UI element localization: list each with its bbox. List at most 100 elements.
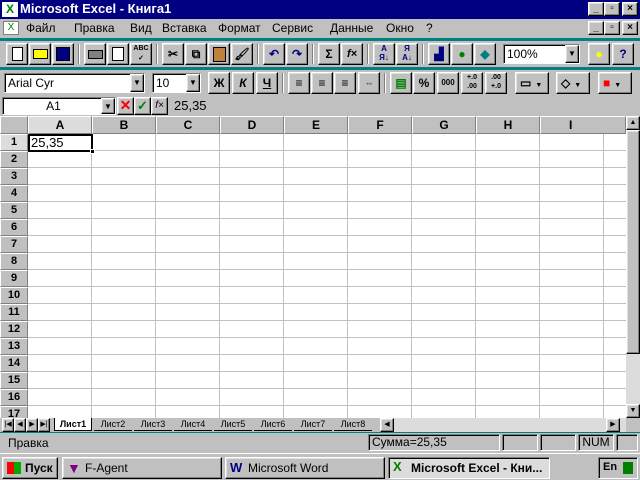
cancel-icon[interactable]: ✕ xyxy=(117,97,134,115)
tab-sheet2[interactable]: Лист2 xyxy=(94,418,132,431)
print-preview-icon[interactable] xyxy=(107,43,129,65)
row-header-6[interactable]: 6 xyxy=(0,219,28,236)
new-icon[interactable] xyxy=(6,43,28,65)
format-painter-icon[interactable]: 🖌 xyxy=(231,43,253,65)
row-header-14[interactable]: 14 xyxy=(0,355,28,372)
percent-button[interactable]: % xyxy=(413,72,435,94)
font-size-select[interactable]: 10 ▼ xyxy=(152,73,201,93)
chevron-down-icon[interactable]: ▼ xyxy=(186,74,200,92)
tip-wizard-icon[interactable]: ● xyxy=(588,43,610,65)
chevron-down-icon[interactable]: ▼ xyxy=(565,45,579,63)
column-header-b[interactable]: B xyxy=(92,116,156,134)
row-header-7[interactable]: 7 xyxy=(0,236,28,253)
sort-ascending-icon[interactable]: A Я↓ xyxy=(373,43,395,65)
redo-icon[interactable]: ↷ xyxy=(286,43,308,65)
spelling-icon[interactable]: ABC ✓ xyxy=(130,43,152,65)
row-header-4[interactable]: 4 xyxy=(0,185,28,202)
worksheet-grid[interactable]: A B C D E F G H I 1 2 3 4 5 6 7 8 9 10 1… xyxy=(0,116,640,418)
zoom-select[interactable]: 100% ▼ xyxy=(503,44,580,64)
task-f-agent[interactable]: ▼ F-Agent xyxy=(62,457,222,479)
sort-descending-icon[interactable]: Я A↓ xyxy=(396,43,418,65)
align-right-icon[interactable]: ≡ xyxy=(334,72,356,94)
font-select[interactable]: Arial Cyr ▼ xyxy=(4,73,145,93)
formula-input[interactable]: 25,35 xyxy=(172,97,638,115)
column-header-h[interactable]: H xyxy=(476,116,540,134)
menu-help[interactable]: ? xyxy=(426,21,433,35)
minimize-button[interactable]: _ xyxy=(588,2,604,16)
align-center-icon[interactable]: ≡ xyxy=(311,72,333,94)
column-header-a[interactable]: A xyxy=(28,116,92,134)
menu-view[interactable]: Вид xyxy=(130,21,152,35)
vertical-scrollbar[interactable]: ▲ ▼ xyxy=(626,116,640,418)
row-header-2[interactable]: 2 xyxy=(0,151,28,168)
undo-icon[interactable]: ↶ xyxy=(263,43,285,65)
menu-insert[interactable]: Вставка xyxy=(162,21,207,35)
row-header-12[interactable]: 12 xyxy=(0,321,28,338)
row-header-16[interactable]: 16 xyxy=(0,389,28,406)
scroll-right-icon[interactable]: ▶ xyxy=(606,418,620,432)
task-excel[interactable]: X Microsoft Excel - Кни... xyxy=(388,457,550,479)
menu-data[interactable]: Данные xyxy=(330,21,373,35)
select-all-corner[interactable] xyxy=(0,116,28,134)
first-sheet-icon[interactable]: |◀ xyxy=(2,418,14,432)
align-left-icon[interactable]: ≡ xyxy=(288,72,310,94)
help-icon[interactable]: ? xyxy=(612,43,634,65)
chevron-down-icon[interactable]: ▼ xyxy=(130,74,144,92)
row-header-5[interactable]: 5 xyxy=(0,202,28,219)
autosum-icon[interactable]: Σ xyxy=(318,43,340,65)
prev-sheet-icon[interactable]: ◀ xyxy=(14,418,26,432)
column-header-d[interactable]: D xyxy=(220,116,284,134)
merge-center-icon[interactable]: ⇔ xyxy=(358,72,380,94)
menu-window[interactable]: Окно xyxy=(386,21,414,35)
tab-sheet6[interactable]: Лист6 xyxy=(254,418,292,431)
doc-minimize-button[interactable]: _ xyxy=(588,21,604,35)
fill-handle[interactable] xyxy=(90,149,95,154)
tray-icon[interactable] xyxy=(623,462,633,474)
tab-sheet5[interactable]: Лист5 xyxy=(214,418,252,431)
scroll-down-icon[interactable]: ▼ xyxy=(626,404,640,418)
column-header-f[interactable]: F xyxy=(348,116,412,134)
horizontal-scrollbar[interactable]: ◀ ▶ xyxy=(380,418,626,432)
thousands-button[interactable]: 000 xyxy=(437,72,459,94)
doc-close-button[interactable]: × xyxy=(622,21,638,35)
last-sheet-icon[interactable]: ▶| xyxy=(38,418,50,432)
task-word[interactable]: W Microsoft Word xyxy=(225,457,385,479)
column-header-e[interactable]: E xyxy=(284,116,348,134)
chevron-down-icon[interactable]: ▼ xyxy=(101,98,115,114)
currency-icon[interactable]: ▤ xyxy=(390,72,412,94)
scroll-thumb[interactable] xyxy=(626,130,640,354)
increase-decimal-icon[interactable]: +.0.00 xyxy=(461,72,483,94)
menu-file[interactable]: Файл xyxy=(26,21,56,35)
document-icon[interactable]: X xyxy=(3,21,19,35)
row-header-13[interactable]: 13 xyxy=(0,338,28,355)
copy-icon[interactable]: ⧉ xyxy=(185,43,207,65)
cut-icon[interactable]: ✂ xyxy=(162,43,184,65)
tab-sheet8[interactable]: Лист8 xyxy=(334,418,372,431)
column-header-g[interactable]: G xyxy=(412,116,476,134)
function-icon[interactable]: f× xyxy=(151,97,168,115)
drawing-icon[interactable]: ◆ xyxy=(474,43,496,65)
row-header-17[interactable]: 17 xyxy=(0,406,28,418)
tab-sheet1[interactable]: Лист1 xyxy=(54,418,92,431)
name-box[interactable]: A1 ▼ xyxy=(2,97,116,115)
language-indicator[interactable]: En xyxy=(603,461,617,473)
doc-restore-button[interactable]: ▫ xyxy=(604,21,620,35)
menu-edit[interactable]: Правка xyxy=(74,21,115,35)
tab-sheet4[interactable]: Лист4 xyxy=(174,418,212,431)
restore-button[interactable]: ▫ xyxy=(604,2,620,16)
column-header-c[interactable]: C xyxy=(156,116,220,134)
next-sheet-icon[interactable]: ▶ xyxy=(26,418,38,432)
tab-sheet7[interactable]: Лист7 xyxy=(294,418,332,431)
fill-color-icon[interactable]: ◇ ▼ xyxy=(556,72,590,94)
cells-area[interactable] xyxy=(28,134,626,418)
row-header-10[interactable]: 10 xyxy=(0,287,28,304)
borders-icon[interactable]: ▭ ▼ xyxy=(515,72,549,94)
row-header-8[interactable]: 8 xyxy=(0,253,28,270)
menu-tools[interactable]: Сервис xyxy=(272,21,313,35)
row-header-1[interactable]: 1 xyxy=(0,134,28,151)
chart-wizard-icon[interactable]: ▟ xyxy=(428,43,450,65)
underline-button[interactable]: Ч xyxy=(256,72,278,94)
scroll-left-icon[interactable]: ◀ xyxy=(380,418,394,432)
open-icon[interactable] xyxy=(29,43,51,65)
row-header-15[interactable]: 15 xyxy=(0,372,28,389)
